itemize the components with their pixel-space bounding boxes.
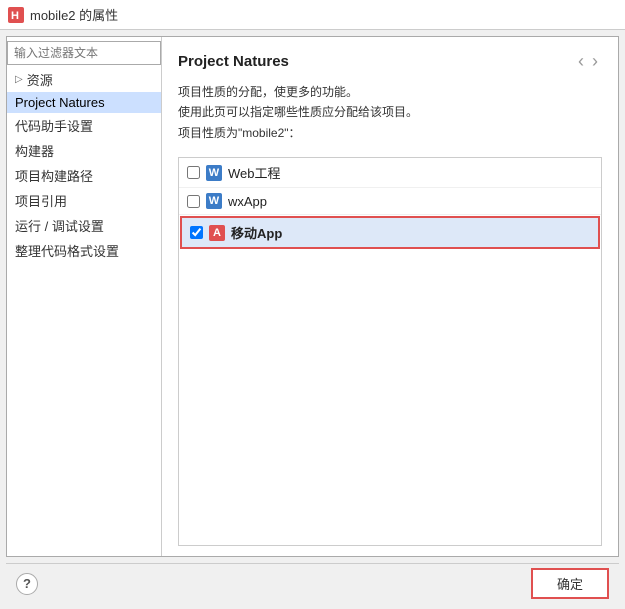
nature-icon-mobile: A [209,225,225,241]
app-logo-icon: H [8,7,24,23]
bottom-bar: ? 确定 [6,563,619,603]
nature-item-web[interactable]: W Web工程 [179,158,601,188]
sidebar-item-builder[interactable]: 构建器 [7,138,161,163]
nature-icon-wx: W [206,193,222,209]
content-title: Project Natures [178,53,574,70]
filter-input[interactable] [7,41,161,65]
sidebar-item-code-format[interactable]: 整理代码格式设置 [7,238,161,263]
sidebar-item-run-debug[interactable]: 运行 / 调试设置 [7,213,161,238]
content-area: Project Natures ‹ › 项目性质的分配，使更多的功能。 使用此页… [162,37,618,556]
nav-prev-button[interactable]: ‹ [574,51,588,72]
nature-label-web: Web工程 [228,163,281,182]
sidebar-tree: ▷ 资源 Project Natures 代码助手设置 构建器 项目构建路径 项… [7,67,161,556]
sidebar-item-project-ref[interactable]: 项目引用 [7,188,161,213]
nature-item-wx[interactable]: W wxApp [179,188,601,215]
expand-arrow-icon: ▷ [15,74,23,85]
sidebar-item-code-assistant[interactable]: 代码助手设置 [7,113,161,138]
body-area: ▷ 资源 Project Natures 代码助手设置 构建器 项目构建路径 项… [6,36,619,557]
nature-checkbox-mobile[interactable] [190,226,203,239]
main-container: ▷ 资源 Project Natures 代码助手设置 构建器 项目构建路径 项… [0,30,625,609]
nature-checkbox-web[interactable] [187,166,200,179]
content-description: 项目性质的分配，使更多的功能。 使用此页可以指定哪些性质应分配给该项目。 项目性… [178,82,602,143]
ok-button[interactable]: 确定 [531,568,609,599]
sidebar-item-build-path[interactable]: 项目构建路径 [7,163,161,188]
natures-list: W Web工程 W wxApp A [178,157,602,546]
help-button[interactable]: ? [16,573,38,595]
nature-label-wx: wxApp [228,194,267,209]
nature-checkbox-wx[interactable] [187,195,200,208]
content-header: Project Natures ‹ › [178,51,602,72]
nature-item-mobile[interactable]: A 移动App [180,216,600,249]
title-bar: H mobile2 的属性 [0,0,625,30]
svg-text:H: H [11,10,19,22]
window-title: mobile2 的属性 [30,5,118,24]
nav-next-button[interactable]: › [588,51,602,72]
sidebar-item-project-natures[interactable]: Project Natures [7,92,161,113]
nature-icon-web: W [206,165,222,181]
nature-label-mobile: 移动App [231,223,282,242]
sidebar: ▷ 资源 Project Natures 代码助手设置 构建器 项目构建路径 项… [7,37,162,556]
sidebar-item-resources[interactable]: ▷ 资源 [7,67,161,92]
